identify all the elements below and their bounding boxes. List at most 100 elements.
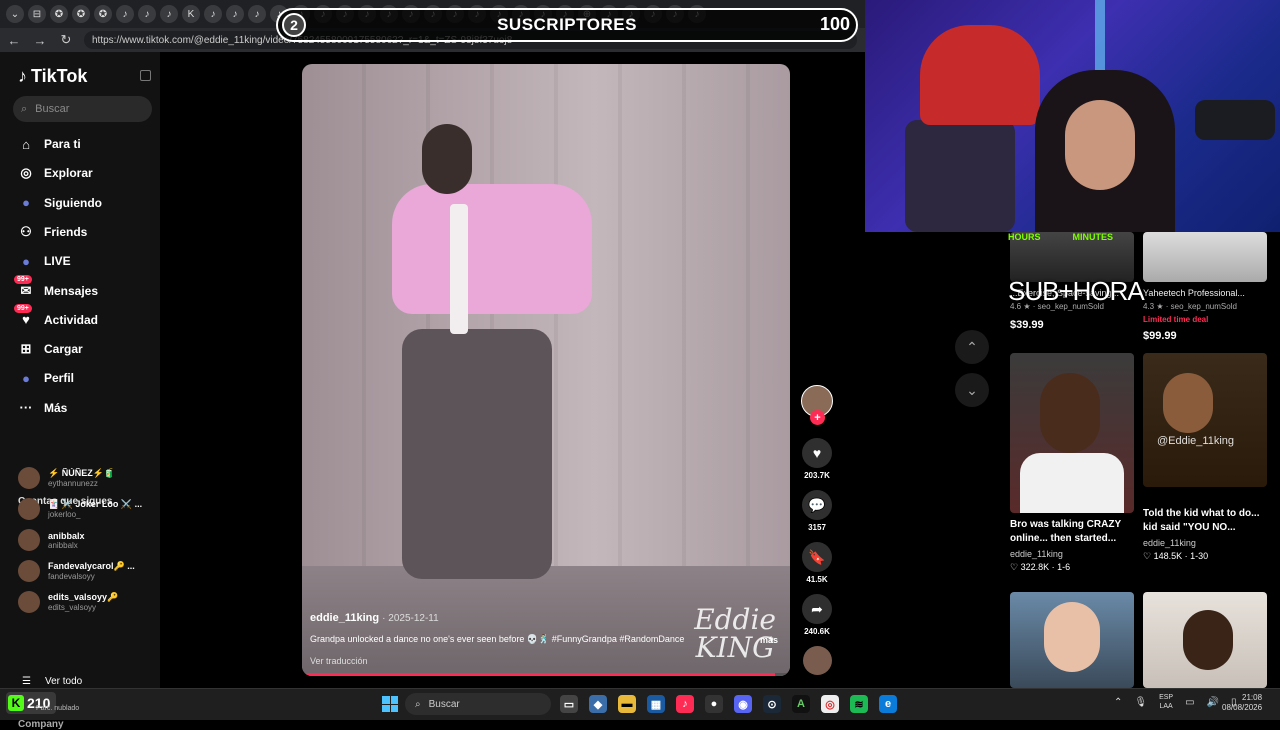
- sidebar-item-mensajes[interactable]: ✉ 99+ Mensajes: [14, 274, 158, 302]
- see-all-button[interactable]: ☰ Ver todo: [22, 676, 82, 687]
- task-view-icon[interactable]: ▭: [560, 695, 578, 713]
- sidebar-item-actividad[interactable]: ♥ 99+ Actividad: [14, 303, 158, 331]
- video-player[interactable]: Eddie KING eddie_11king · 2025-12-11 Gra…: [302, 64, 790, 676]
- followed-account[interactable]: 🃏 ⚔️ Joker Loo ⚔️ ... jokerloo_: [18, 496, 153, 522]
- bookmark-icon: 🔖: [802, 542, 832, 572]
- browser-tab[interactable]: ✪: [50, 5, 68, 23]
- forward-button[interactable]: →: [32, 33, 48, 48]
- sidebar-item-friends[interactable]: ⚇ Friends: [18, 221, 158, 243]
- windows-start-icon[interactable]: [382, 696, 398, 712]
- video-progress-bar[interactable]: [302, 673, 790, 676]
- sidebar-item-siguiendo[interactable]: ● Siguiendo: [18, 192, 158, 214]
- share-button[interactable]: ➦ 240.6K: [800, 594, 834, 636]
- friends-icon: ⚇: [20, 223, 32, 239]
- back-button[interactable]: ←: [6, 33, 22, 48]
- translate-link[interactable]: Ver traducción: [310, 656, 368, 666]
- notification-badge: 99+: [14, 274, 32, 284]
- sidebar-item-label: Actividad: [44, 312, 99, 327]
- app-icon[interactable]: ●: [705, 695, 723, 713]
- share-count: 240.6K: [804, 627, 830, 636]
- reload-button[interactable]: ↻: [58, 32, 74, 48]
- browser-tab[interactable]: ♪: [248, 5, 266, 23]
- store-icon[interactable]: ▦: [647, 695, 665, 713]
- language-indicator[interactable]: ESP LAA: [1159, 693, 1173, 711]
- sidebar-item-live[interactable]: ● LIVE: [18, 250, 158, 272]
- sidebar-item-para-ti[interactable]: ⌂ Para ti: [18, 133, 158, 155]
- related-video-card[interactable]: [1010, 592, 1134, 688]
- browser-tab[interactable]: ♪: [226, 5, 244, 23]
- live-avatar: ●: [22, 253, 30, 269]
- spotify-icon[interactable]: ≋: [850, 695, 868, 713]
- save-button[interactable]: 🔖 41.5K: [800, 542, 834, 584]
- file-explorer-icon[interactable]: ▬: [618, 695, 636, 713]
- browser-tab[interactable]: ⌄: [6, 5, 24, 23]
- explore-icon: ◎: [20, 165, 32, 181]
- collapse-sidebar-icon[interactable]: [140, 70, 151, 81]
- cam-plush: [920, 25, 1040, 125]
- subscriber-goal-overlay: 2 SUSCRIPTORES 100: [276, 8, 858, 42]
- chevron-up-icon[interactable]: ⌃: [1114, 697, 1122, 708]
- thumb-face: [1040, 373, 1100, 453]
- sidebar-item-m-s[interactable]: ··· Más: [18, 397, 158, 419]
- discord-icon[interactable]: ◉: [734, 695, 752, 713]
- video-author[interactable]: eddie_11king · 2025-12-11: [310, 612, 439, 624]
- search-input[interactable]: ⌕ Buscar: [13, 96, 152, 122]
- tiktok-app-icon[interactable]: ♪: [676, 695, 694, 713]
- video-dancer-shirt: [392, 184, 592, 314]
- microphone-icon[interactable]: 🎙: [1134, 697, 1147, 708]
- video-username[interactable]: eddie_11king: [310, 612, 379, 624]
- account-name: 🃏 ⚔️ Joker Loo ⚔️ ...: [48, 499, 143, 509]
- follow-plus-icon[interactable]: +: [810, 410, 825, 425]
- product-title: Yaheetech Professional...: [1143, 288, 1245, 298]
- previous-video-button[interactable]: ⌃: [955, 330, 989, 364]
- steam-icon[interactable]: ⊙: [763, 695, 781, 713]
- followed-account[interactable]: edits_valsoyy🔑 edits_valsoyy: [18, 589, 153, 615]
- sidebar-item-explorar[interactable]: ◎ Explorar: [18, 162, 158, 184]
- sidebar-item-perfil[interactable]: ● Perfil: [18, 367, 158, 389]
- browser-tab[interactable]: ♪: [160, 5, 178, 23]
- browser-tab[interactable]: ⊟: [28, 5, 46, 23]
- app-icon[interactable]: ◆: [589, 695, 607, 713]
- taskbar-search[interactable]: ⌕ Buscar: [405, 693, 551, 715]
- related-video-card[interactable]: @Eddie_11king Told the kid what to do...…: [1143, 353, 1267, 562]
- comment-button[interactable]: 💬 3157: [800, 490, 834, 532]
- subscriber-goal-target: 100: [819, 14, 850, 34]
- browser-tab[interactable]: ♪: [204, 5, 222, 23]
- sidebar-item-cargar[interactable]: ⊞ Cargar: [18, 338, 158, 360]
- product-card[interactable]: Yaheetech Professional... 4.3 ★ · seo_ke…: [1143, 232, 1267, 342]
- tiktok-logo[interactable]: ♪ TikTok: [18, 66, 87, 87]
- app-icon[interactable]: A: [792, 695, 810, 713]
- chrome-icon[interactable]: ◎: [821, 695, 839, 713]
- browser-tab[interactable]: K: [182, 5, 200, 23]
- timer-minutes-label: MINUTES: [1072, 232, 1114, 242]
- taskbar-clock[interactable]: 21:08 08/08/2026: [1222, 693, 1262, 713]
- more-link[interactable]: más: [760, 635, 778, 645]
- company-link[interactable]: Company: [18, 719, 64, 730]
- related-video-card[interactable]: Bro was talking CRAZY online... then sta…: [1010, 353, 1134, 573]
- music-disc-avatar[interactable]: [803, 646, 832, 675]
- related-video-card[interactable]: [1143, 592, 1267, 688]
- followed-account[interactable]: anibbalx anibbalx: [18, 527, 153, 553]
- timer-hours-label: HOURS: [1008, 232, 1041, 242]
- messages-icon: ✉: [20, 282, 32, 298]
- edge-icon[interactable]: e: [879, 695, 897, 713]
- home-icon: ⌂: [22, 136, 30, 152]
- thumb-face: [1183, 610, 1233, 670]
- clock-date: 08/08/2026: [1222, 703, 1263, 712]
- followed-account[interactable]: Fandevalycarol🔑 ... fandevalsoyy: [18, 558, 153, 584]
- video-caption: Grandpa unlocked a dance no one's ever s…: [310, 634, 780, 645]
- weather-label[interactable]: Parc. nublado: [36, 705, 79, 712]
- next-video-button[interactable]: ⌄: [955, 373, 989, 407]
- browser-tab[interactable]: ✪: [94, 5, 112, 23]
- account-avatar: [18, 591, 40, 613]
- browser-tab[interactable]: ♪: [138, 5, 156, 23]
- followed-account[interactable]: ⚡ ÑÚÑEZ⚡🧃 eythannunezz: [18, 465, 153, 491]
- browser-tab[interactable]: ✪: [72, 5, 90, 23]
- volume-icon[interactable]: 🔊: [1207, 697, 1219, 708]
- like-button[interactable]: ♥ 203.7K: [800, 438, 834, 480]
- video-thumb: @Eddie_11king: [1143, 353, 1267, 487]
- following-avatar: ●: [22, 195, 30, 211]
- network-icon[interactable]: ▭: [1185, 697, 1194, 708]
- video-thumb: [1010, 353, 1134, 513]
- browser-tab[interactable]: ♪: [116, 5, 134, 23]
